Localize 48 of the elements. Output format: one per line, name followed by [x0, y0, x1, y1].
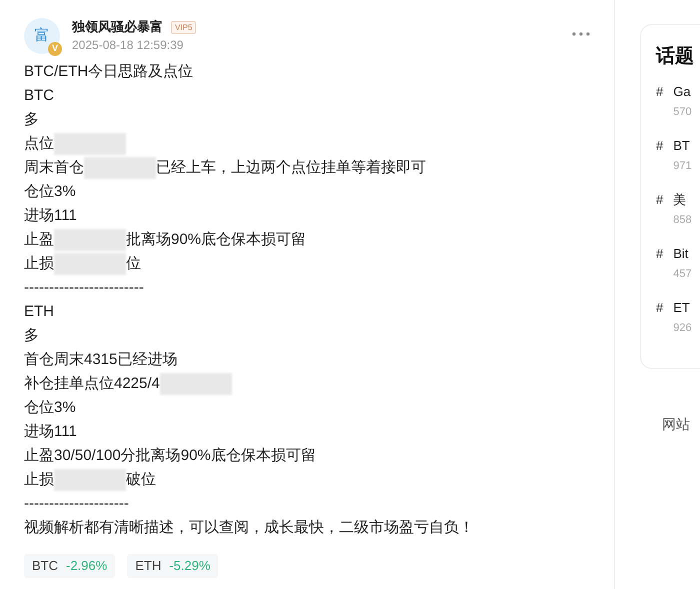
- timestamp: 2025-08-18 12:59:39: [72, 37, 184, 54]
- topic-count: 926: [673, 321, 692, 336]
- hash-icon: #: [656, 135, 664, 189]
- post-text: 位: [126, 254, 141, 274]
- post-text: 仓位3%: [24, 398, 76, 418]
- footer-link[interactable]: 网站: [662, 414, 700, 435]
- topic-title[interactable]: Ga: [673, 81, 692, 103]
- post-text: 止盈30/50/100分批离场90%底仓保本损可留: [24, 446, 316, 466]
- card-title: 话题: [656, 45, 695, 69]
- more-icon[interactable]: [572, 32, 590, 36]
- topic-count: 971: [673, 159, 692, 174]
- post-text: 仓位3%: [24, 182, 76, 202]
- post-text: 已经上车，上边两个点位挂单等着接即可: [156, 158, 426, 178]
- post-text: 进场111: [24, 422, 77, 442]
- post-text: 视频解析都有清晰描述，可以查阅，成长最快，二级市场盈亏自负！: [24, 518, 474, 538]
- post-text: ------------------------: [24, 278, 144, 298]
- post-text: 进场111: [24, 206, 77, 226]
- topic-title[interactable]: ET: [673, 297, 692, 319]
- post-text: 首仓周末4315已经进场: [24, 350, 178, 370]
- topic-title[interactable]: 美: [673, 189, 692, 211]
- post-text: 补仓挂单点位4225/4: [24, 374, 160, 394]
- post-text: ---------------------: [24, 494, 129, 514]
- vip-badge: VIP5: [171, 20, 196, 34]
- post-text: 止损: [24, 470, 54, 490]
- post-text: 周末首仓: [24, 158, 84, 178]
- ticker-tag[interactable]: BTC -2.96%: [24, 554, 116, 578]
- topic-count: 570: [673, 105, 692, 120]
- ticker-tag[interactable]: ETH -5.29%: [127, 554, 218, 578]
- topic-count: 457: [673, 267, 692, 282]
- post-text: 破位: [126, 470, 156, 490]
- post-text: 止盈: [24, 230, 54, 250]
- post-text: 批离场90%底仓保本损可留: [126, 230, 306, 250]
- post-text: 止损: [24, 254, 54, 274]
- author-name[interactable]: 独领风骚必暴富: [72, 17, 163, 37]
- topic-title[interactable]: BT: [673, 135, 692, 157]
- verified-badge: V: [48, 42, 62, 56]
- post-text: BTC/ETH今日思路及点位: [24, 62, 194, 82]
- post-text: ETH: [24, 302, 54, 322]
- topic-count: 858: [673, 213, 692, 228]
- hash-icon: #: [656, 297, 664, 351]
- hash-icon: #: [656, 243, 664, 297]
- post-text: BTC: [24, 86, 54, 106]
- hash-icon: #: [656, 81, 664, 135]
- post-text: 多: [24, 326, 39, 346]
- hash-icon: #: [656, 189, 664, 243]
- post-text: 点位: [24, 134, 54, 154]
- topic-title[interactable]: Bit: [673, 243, 692, 265]
- post-text: 多: [24, 110, 39, 130]
